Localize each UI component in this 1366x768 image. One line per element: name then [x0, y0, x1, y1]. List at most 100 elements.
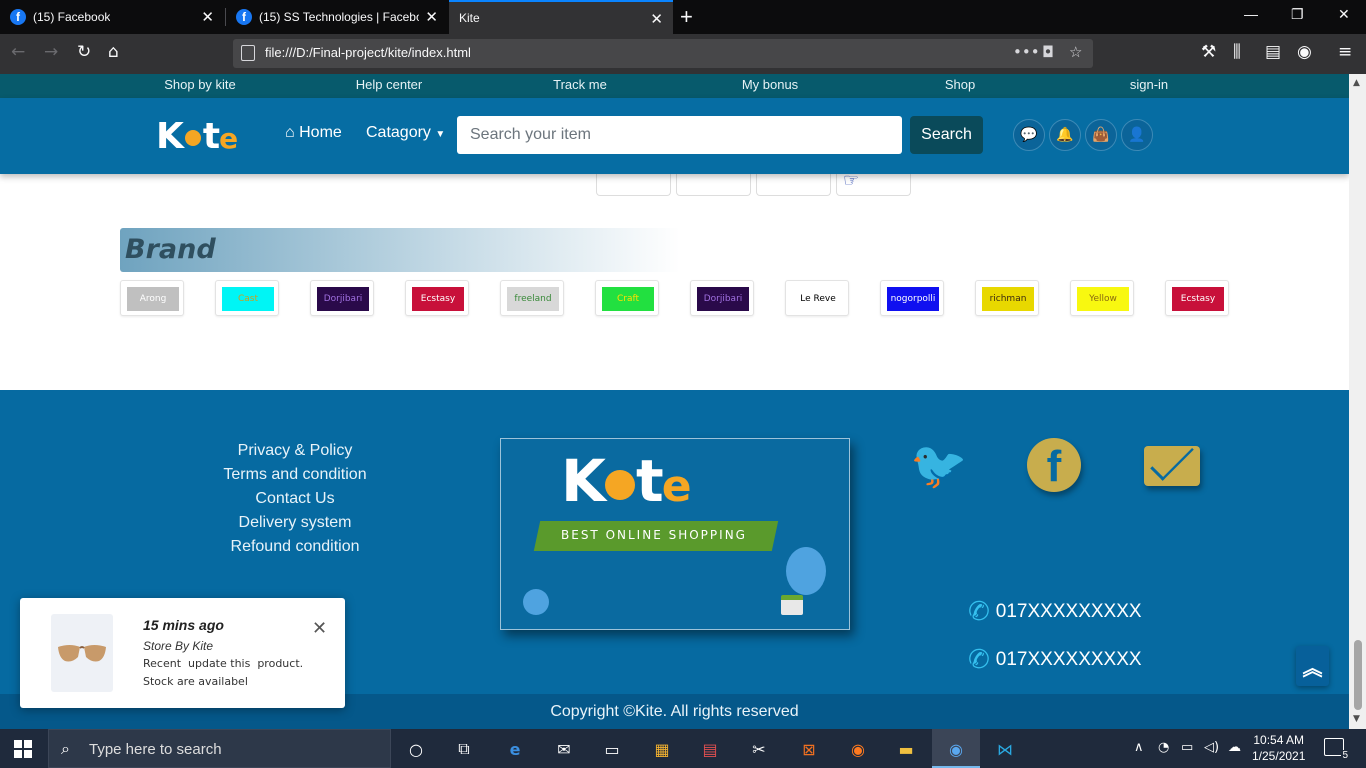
wifi-icon[interactable]: ◔ — [1158, 740, 1169, 755]
cloud-icon[interactable]: ☁ — [1228, 740, 1241, 755]
chat-icon[interactable]: 💬 — [1013, 119, 1045, 151]
notification-count: 5 — [1341, 750, 1349, 761]
phone-number-2: ✆ 017XXXXXXXXX — [966, 643, 1141, 676]
top-link-shop[interactable]: Shop — [945, 77, 975, 92]
window-close-icon[interactable]: ✕ — [1338, 6, 1350, 23]
chevron-up-icon[interactable]: ∧ — [1134, 740, 1144, 755]
twitter-icon[interactable]: 🐦 — [910, 438, 967, 493]
tab-kite[interactable]: Kite ✕ — [449, 0, 673, 34]
toast-time: 15 mins ago — [143, 617, 224, 633]
reload-icon[interactable]: ↻ — [77, 42, 91, 62]
top-link-help-center[interactable]: Help center — [356, 77, 422, 92]
top-link-shop-by-kite[interactable]: Shop by kite — [164, 77, 236, 92]
close-icon[interactable]: ✕ — [650, 10, 663, 28]
taskbar-clock[interactable]: 10:54 AM 1/25/2021 — [1252, 732, 1305, 764]
nav-category-label: Catagory — [366, 124, 431, 141]
edge-icon[interactable]: e — [503, 737, 527, 761]
product-image[interactable] — [51, 614, 113, 692]
scroll-down-icon[interactable]: ▼ — [1353, 714, 1360, 724]
sidebar-icon[interactable]: ▤ — [1265, 42, 1281, 62]
scrollbar-thumb[interactable] — [1354, 640, 1362, 710]
footer-link-refund[interactable]: Refound condition — [231, 538, 360, 556]
brand-logo[interactable]: Arong — [120, 280, 184, 316]
file-explorer-icon[interactable]: ▬ — [894, 737, 918, 761]
product-thumbnail[interactable] — [756, 172, 831, 196]
firefox-dev-icon[interactable]: ◉ — [944, 737, 968, 761]
footer-link-terms[interactable]: Terms and condition — [223, 466, 366, 484]
cortana-icon[interactable]: ○ — [404, 737, 428, 761]
pocket-icon[interactable]: ◘ — [1042, 43, 1054, 61]
bookmark-star-icon[interactable]: ☆ — [1069, 43, 1082, 61]
brand-logo[interactable]: Yellow — [1070, 280, 1134, 316]
menu-icon[interactable]: ≡ — [1338, 42, 1352, 62]
snipping-tool-icon[interactable]: ✂ — [747, 737, 771, 761]
notification-center-icon[interactable]: 5 — [1324, 738, 1349, 761]
brand-logo[interactable]: nogorpolli — [880, 280, 944, 316]
scroll-up-icon[interactable]: ▲ — [1353, 78, 1360, 88]
taskbar-search-box[interactable]: ⌕ Type here to search — [48, 729, 391, 768]
brand-logo-label: Dorjibari — [697, 287, 749, 311]
page-scrollbar[interactable]: ▲ ▼ — [1349, 74, 1366, 729]
forward-icon[interactable]: → — [44, 42, 58, 62]
address-bar[interactable]: file:///D:/Final-project/kite/index.html… — [233, 39, 1093, 68]
vscode-icon[interactable]: ⋈ — [993, 737, 1017, 761]
mail-icon[interactable] — [1144, 437, 1200, 486]
restore-icon[interactable]: ❐ — [1291, 6, 1304, 23]
footer-link-contact[interactable]: Contact Us — [255, 490, 334, 508]
close-icon[interactable]: ✕ — [201, 8, 214, 26]
top-link-my-bonus[interactable]: My bonus — [742, 77, 798, 92]
xampp-icon[interactable]: ⊠ — [797, 737, 821, 761]
brand-logo[interactable]: Dorjibari — [690, 280, 754, 316]
tab-facebook[interactable]: f (15) Facebook ✕ — [0, 0, 224, 34]
product-thumbnail[interactable] — [596, 172, 671, 196]
windows-start-icon[interactable] — [14, 740, 32, 758]
brand-logo[interactable]: freeland — [500, 280, 564, 316]
firefox-icon[interactable]: ◉ — [846, 737, 870, 761]
site-logo[interactable]: Kte — [156, 116, 238, 157]
battery-icon[interactable]: ▭ — [1181, 740, 1193, 755]
terminal-icon[interactable]: ▭ — [600, 737, 624, 761]
toast-close-icon[interactable]: ✕ — [312, 618, 327, 639]
footer-link-delivery[interactable]: Delivery system — [239, 514, 352, 532]
close-icon[interactable]: ✕ — [425, 8, 438, 26]
brand-logo[interactable]: Dorjibari — [310, 280, 374, 316]
product-thumbnail[interactable]: ☞ — [836, 170, 911, 196]
home-icon[interactable]: ⌂ — [108, 42, 119, 62]
app-icon[interactable]: ▤ — [698, 737, 722, 761]
tab-ss-technologies[interactable]: f (15) SS Technologies | Facebook ✕ — [226, 0, 448, 34]
top-link-track-me[interactable]: Track me — [553, 77, 607, 92]
nav-category-dropdown[interactable]: Catagory ▼ — [366, 124, 445, 142]
new-tab-icon[interactable]: + — [680, 4, 693, 30]
store-icon[interactable]: ▦ — [650, 737, 674, 761]
wrench-icon[interactable]: ⚒ — [1201, 42, 1216, 62]
mail-app-icon[interactable]: ✉ — [552, 737, 576, 761]
facebook-icon[interactable]: f — [1027, 438, 1081, 492]
brand-logo[interactable]: Cast — [215, 280, 279, 316]
volume-icon[interactable]: ◁) — [1204, 740, 1219, 755]
brand-logo[interactable]: Le Reve — [785, 280, 849, 316]
bag-icon[interactable]: 👜 — [1085, 119, 1117, 151]
top-link-sign-in[interactable]: sign-in — [1130, 77, 1168, 92]
nav-home[interactable]: ⌂ Home — [285, 124, 342, 142]
user-icon[interactable]: 👤 — [1121, 119, 1153, 151]
brand-logo[interactable]: Ecstasy — [1165, 280, 1229, 316]
library-icon[interactable]: ⫼ — [1233, 42, 1241, 62]
product-thumbnail[interactable] — [676, 172, 751, 196]
brand-logo[interactable]: Craft — [595, 280, 659, 316]
bell-icon[interactable]: 🔔 — [1049, 119, 1081, 151]
task-view-icon[interactable]: ⧉ — [452, 737, 476, 761]
account-icon[interactable]: ◉ — [1297, 42, 1312, 62]
search-button[interactable]: Search — [910, 116, 983, 154]
back-icon[interactable]: ← — [11, 42, 25, 62]
site-header: Kte ⌂ Home Catagory ▼ Search 💬 🔔 👜 👤 — [0, 98, 1349, 174]
minimize-icon[interactable]: — — [1244, 6, 1258, 22]
search-input[interactable] — [457, 116, 902, 154]
brand-logo[interactable]: richman — [975, 280, 1039, 316]
more-actions-icon[interactable]: ••• — [1013, 43, 1040, 61]
back-to-top-button[interactable]: ︽ — [1296, 646, 1329, 686]
tab-title: Kite — [459, 11, 480, 25]
brand-logo-label: Yellow — [1077, 287, 1129, 311]
brand-logo[interactable]: Ecstasy — [405, 280, 469, 316]
url-text[interactable]: file:///D:/Final-project/kite/index.html — [265, 45, 471, 60]
footer-link-privacy[interactable]: Privacy & Policy — [238, 442, 353, 460]
